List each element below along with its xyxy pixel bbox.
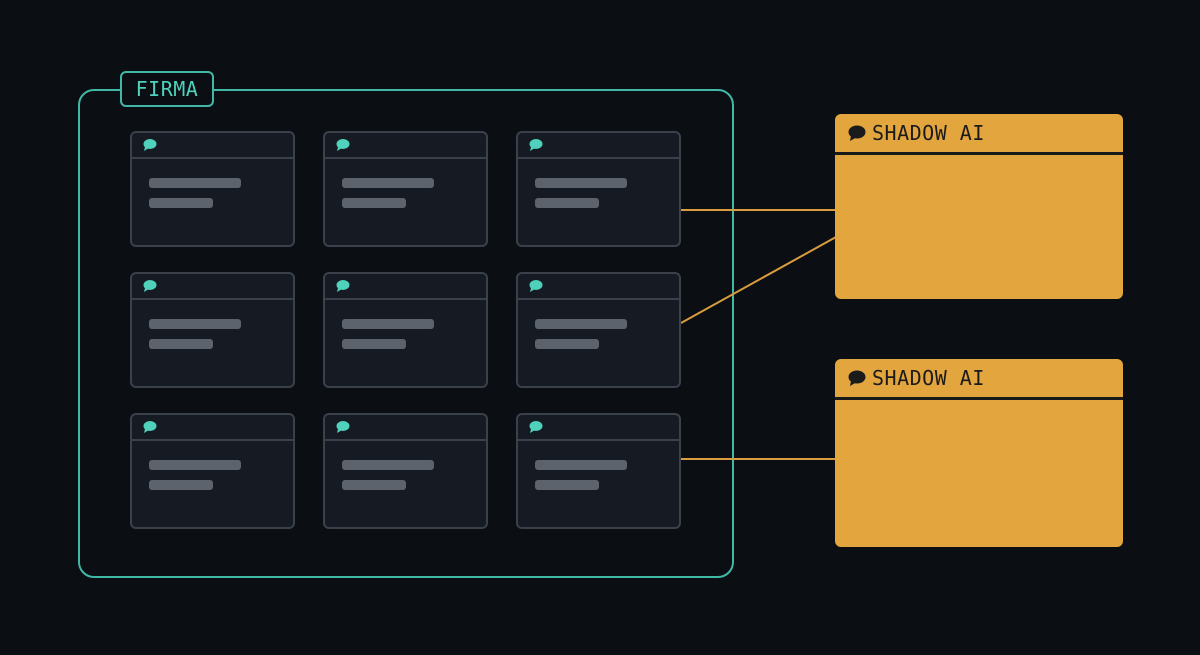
text-placeholder xyxy=(342,178,434,188)
shadow-ai-titlebar: SHADOW AI xyxy=(835,114,1123,155)
chat-bubble-icon xyxy=(143,139,157,151)
shadow-ai-title: SHADOW AI xyxy=(872,121,985,145)
shadow-ai-titlebar: SHADOW AI xyxy=(835,359,1123,400)
shadow-ai-window: SHADOW AI xyxy=(835,359,1123,547)
text-placeholder xyxy=(342,319,434,329)
text-placeholder xyxy=(535,319,627,329)
chat-bubble-icon xyxy=(529,139,543,151)
window-titlebar xyxy=(325,133,486,159)
window-titlebar xyxy=(132,415,293,441)
chat-bubble-icon xyxy=(336,421,350,433)
text-placeholder xyxy=(342,460,434,470)
app-window xyxy=(516,272,681,388)
chat-bubble-icon xyxy=(143,280,157,292)
shadow-ai-title: SHADOW AI xyxy=(872,366,985,390)
window-titlebar xyxy=(325,274,486,300)
chat-bubble-icon xyxy=(336,139,350,151)
text-placeholder xyxy=(149,339,213,349)
app-window xyxy=(130,413,295,529)
window-titlebar xyxy=(325,415,486,441)
app-window xyxy=(323,413,488,529)
text-placeholder xyxy=(342,339,406,349)
text-placeholder xyxy=(149,480,213,490)
app-window xyxy=(323,272,488,388)
window-titlebar xyxy=(518,415,679,441)
app-window xyxy=(130,272,295,388)
chat-bubble-icon xyxy=(529,421,543,433)
app-window xyxy=(516,131,681,247)
window-titlebar xyxy=(132,274,293,300)
text-placeholder xyxy=(342,480,406,490)
text-placeholder xyxy=(535,178,627,188)
connector-line xyxy=(680,236,837,324)
text-placeholder xyxy=(149,319,241,329)
app-window xyxy=(516,413,681,529)
text-placeholder xyxy=(535,339,599,349)
text-placeholder xyxy=(342,198,406,208)
window-titlebar xyxy=(132,133,293,159)
text-placeholder xyxy=(535,198,599,208)
app-window xyxy=(323,131,488,247)
chat-bubble-icon xyxy=(336,280,350,292)
shadow-ai-window: SHADOW AI xyxy=(835,114,1123,299)
app-window xyxy=(130,131,295,247)
text-placeholder xyxy=(535,480,599,490)
chat-bubble-icon xyxy=(143,421,157,433)
text-placeholder xyxy=(149,198,213,208)
company-label: FIRMA xyxy=(120,71,214,107)
chat-bubble-icon xyxy=(529,280,543,292)
text-placeholder xyxy=(149,460,241,470)
text-placeholder xyxy=(149,178,241,188)
window-titlebar xyxy=(518,274,679,300)
chat-bubble-icon xyxy=(848,125,866,141)
chat-bubble-icon xyxy=(848,370,866,386)
text-placeholder xyxy=(535,460,627,470)
window-titlebar xyxy=(518,133,679,159)
